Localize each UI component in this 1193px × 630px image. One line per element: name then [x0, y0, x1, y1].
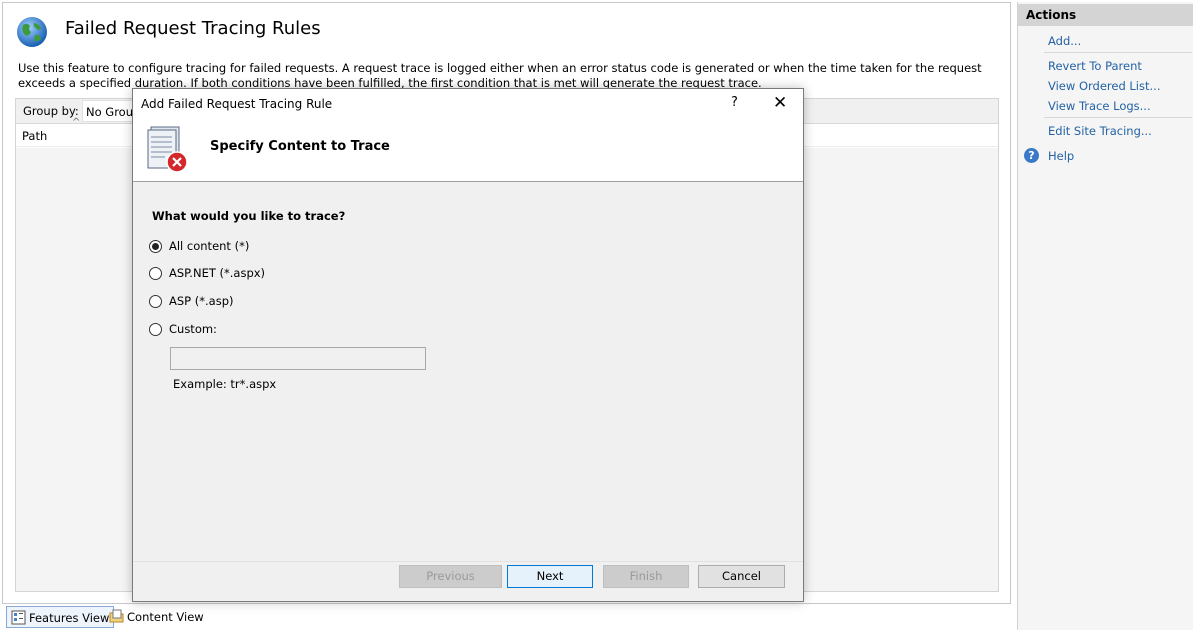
action-add-link[interactable]: Add... [1048, 34, 1081, 48]
actions-divider [1044, 117, 1192, 118]
content-view-icon [109, 609, 124, 623]
dialog-title: Add Failed Request Tracing Rule [141, 97, 333, 111]
radio-button[interactable] [149, 323, 162, 336]
radio-button[interactable] [149, 267, 162, 280]
radio-button[interactable] [149, 295, 162, 308]
action-trace-logs-link[interactable]: View Trace Logs... [1048, 99, 1151, 113]
page-title: Failed Request Tracing Rules [65, 18, 321, 39]
dialog-banner: Specify Content to Trace [133, 119, 803, 182]
actions-pane: Actions Add... Revert To Parent View Ord… [1017, 2, 1193, 630]
features-view-icon [11, 610, 26, 625]
footer-divider [133, 561, 803, 562]
column-header-path[interactable]: Path [22, 129, 47, 143]
tab-content-view[interactable]: Content View [105, 606, 208, 628]
help-icon: ? [1024, 148, 1039, 163]
radio-label: All content (*) [169, 239, 250, 253]
trace-log-error-icon [147, 126, 188, 173]
trace-question: What would you like to trace? [152, 209, 346, 223]
actions-header: Actions [1018, 4, 1193, 26]
dialog-banner-title: Specify Content to Trace [210, 139, 390, 154]
finish-button[interactable]: Finish [603, 565, 689, 588]
next-button[interactable]: Next [507, 565, 593, 588]
sort-ascending-icon: ^ [72, 117, 81, 128]
cancel-button[interactable]: Cancel [698, 565, 785, 588]
action-revert-link[interactable]: Revert To Parent [1048, 59, 1142, 73]
add-rule-dialog: Add Failed Request Tracing Rule ? ✕ Spec… [132, 88, 804, 602]
dialog-close-button[interactable]: ✕ [773, 93, 787, 113]
actions-divider [1044, 52, 1192, 53]
dialog-help-button[interactable]: ? [731, 95, 738, 110]
previous-button[interactable]: Previous [399, 565, 502, 588]
globe-icon [17, 17, 47, 47]
radio-button[interactable] [149, 240, 162, 253]
tab-features-label: Features View [29, 611, 110, 625]
tab-content-label: Content View [127, 610, 204, 624]
dialog-titlebar[interactable]: Add Failed Request Tracing Rule ? ✕ [133, 89, 803, 119]
radio-label: Custom: [169, 322, 217, 336]
action-help-link[interactable]: Help [1048, 149, 1074, 163]
action-edit-site-tracing-link[interactable]: Edit Site Tracing... [1048, 124, 1152, 138]
custom-pattern-input[interactable] [170, 347, 426, 370]
radio-label: ASP.NET (*.aspx) [169, 266, 266, 280]
radio-label: ASP (*.asp) [169, 294, 234, 308]
view-tabs: Features View Content View [2, 605, 1011, 630]
page-description: Use this feature to configure tracing fo… [18, 61, 982, 90]
group-by-label: Group by: [23, 104, 79, 118]
action-ordered-list-link[interactable]: View Ordered List... [1048, 79, 1160, 93]
custom-example-text: Example: tr*.aspx [173, 377, 277, 391]
tab-features-view[interactable]: Features View [6, 606, 115, 628]
